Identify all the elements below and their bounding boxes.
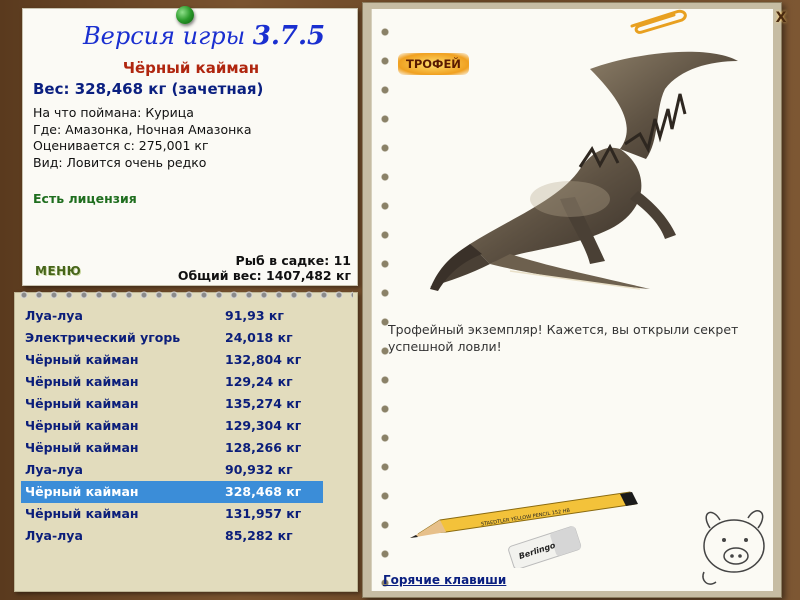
- catch-fish-weight: 328,468 кг: [225, 484, 302, 499]
- fish-value: Оценивается с: 275,001 кг: [33, 138, 209, 153]
- catch-fish-name: Луа-луа: [25, 462, 83, 477]
- black-caiman-image: [430, 51, 738, 291]
- catch-fish-name: Чёрный кайман: [25, 352, 139, 367]
- eraser-icon: Berlingo: [508, 526, 582, 568]
- license-status: Есть лицензия: [33, 191, 137, 206]
- pig-mascot-icon: [702, 510, 765, 585]
- total-weight: Общий вес: 1407,482 кг: [177, 268, 351, 283]
- fish-name: Чёрный кайман: [122, 59, 260, 77]
- catch-list-row[interactable]: Луа-луа 91,93 кг: [21, 305, 323, 327]
- catch-fish-name: Электрический угорь: [25, 330, 181, 345]
- version-prefix: Версия игры: [83, 22, 246, 50]
- catch-list-row[interactable]: Чёрный кайман 132,804 кг: [21, 349, 323, 371]
- catch-list-row[interactable]: Чёрный кайман 129,304 кг: [21, 415, 323, 437]
- catch-list-row[interactable]: Чёрный кайман 128,266 кг: [21, 437, 323, 459]
- catch-fish-name: Чёрный кайман: [25, 506, 139, 521]
- fish-rarity: Вид: Ловится очень редко: [33, 154, 207, 170]
- catch-fish-weight: 129,24 кг: [225, 374, 293, 389]
- green-pushpin-icon: [176, 6, 194, 24]
- catch-list-row[interactable]: Чёрный кайман 131,957 кг: [21, 503, 323, 525]
- catch-list-row[interactable]: Луа-луа 85,282 кг: [21, 525, 323, 547]
- catch-fish-weight: 131,957 кг: [225, 506, 302, 521]
- catch-fish-weight: 24,018 кг: [225, 330, 293, 345]
- fish-location: Где: Амазонка, Ночная Амазонка: [33, 121, 252, 137]
- catch-list-row[interactable]: Луа-луа 90,932 кг: [21, 459, 323, 481]
- trophy-badge: ТРОФЕЙ: [398, 53, 469, 75]
- catch-fish-name: Чёрный кайман: [25, 440, 139, 455]
- fish-info-note: Версия игры 3.7.5 Чёрный кайман Вес: 328…: [22, 8, 358, 286]
- catch-fish-weight: 85,282 кг: [225, 528, 293, 543]
- catch-fish-weight: 128,266 кг: [225, 440, 302, 455]
- menu-button[interactable]: МЕНЮ: [35, 264, 81, 278]
- catch-list-row[interactable]: Чёрный кайман 328,468 кг: [21, 481, 323, 503]
- catch-list: Луа-луа 91,93 кг Электрический угорь 24,018…: [21, 305, 323, 547]
- catch-fish-name: Чёрный кайман: [25, 418, 139, 433]
- catch-list-row[interactable]: Электрический угорь 24,018 кг: [21, 327, 323, 349]
- catch-fish-weight: 132,804 кг: [225, 352, 302, 367]
- fish-weight: Вес: 328,468 кг (зачетная): [33, 80, 264, 98]
- catch-fish-weight: 129,304 кг: [225, 418, 302, 433]
- catch-stats: Рыб в садке: 11 Общий вес: 1407,482 кг: [178, 253, 351, 283]
- pad-spiral-rings: [19, 289, 353, 301]
- catch-list-row[interactable]: Чёрный кайман 129,24 кг: [21, 371, 323, 393]
- version-number: 3.7.5: [252, 21, 326, 51]
- fish-count: Рыб в садке: 11: [235, 253, 351, 268]
- game-version: Версия игры 3.7.5: [83, 21, 343, 51]
- close-button[interactable]: X: [771, 8, 791, 28]
- hotkeys-link[interactable]: Горячие клавиши: [383, 573, 506, 587]
- fish-bait: На что поймана: Курица: [33, 105, 194, 120]
- catch-fish-name: Чёрный кайман: [25, 396, 139, 411]
- fish-details: На что поймана: Курица Где: Амазонка, Но…: [33, 105, 251, 171]
- catch-fish-weight: 90,932 кг: [225, 462, 293, 477]
- catch-fish-weight: 91,93 кг: [225, 308, 284, 323]
- catch-list-row[interactable]: Чёрный кайман 135,274 кг: [21, 393, 323, 415]
- notebook-holes: [380, 27, 390, 587]
- catch-fish-name: Луа-луа: [25, 308, 83, 323]
- catch-fish-weight: 135,274 кг: [225, 396, 302, 411]
- catch-fish-name: Луа-луа: [25, 528, 83, 543]
- paperclip-icon: [630, 9, 687, 34]
- catch-fish-name: Чёрный кайман: [25, 374, 139, 389]
- catch-list-pad: Луа-луа 91,93 кг Электрический угорь 24,018…: [14, 289, 358, 592]
- catch-fish-name: Чёрный кайман: [25, 484, 139, 499]
- trophy-description: Трофейный экземпляр! Кажется, вы открыли…: [388, 322, 739, 354]
